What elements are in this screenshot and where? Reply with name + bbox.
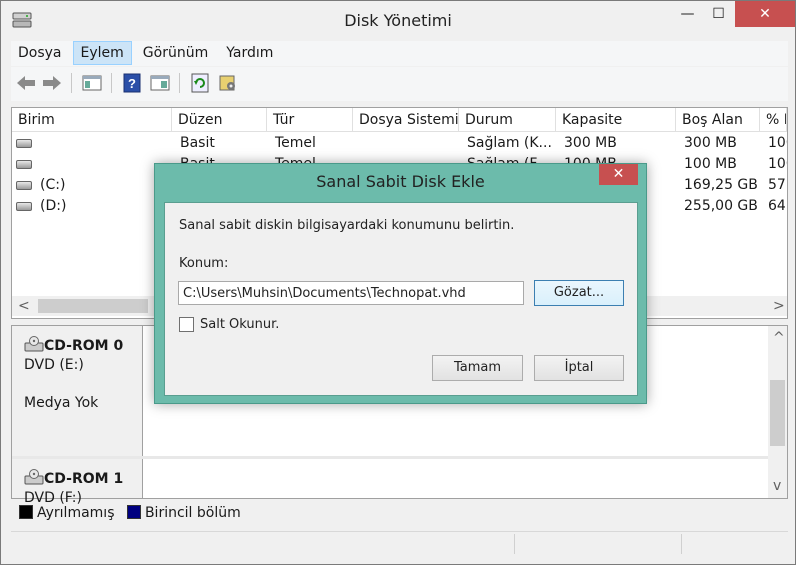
column-header-durum[interactable]: Durum — [459, 108, 556, 132]
disk-name: CD-ROM 0 — [44, 338, 124, 354]
location-label: Konum: — [179, 256, 229, 271]
cell-yuzde-bos: 100 — [768, 156, 787, 172]
volume-list-header: Birim Düzen Tür Dosya Sistemi Durum Kapa… — [12, 108, 787, 132]
cell-bos-alan: 255,00 GB — [684, 198, 758, 214]
disk-name: CD-ROM 1 — [44, 471, 124, 487]
column-header-birim[interactable]: Birim — [12, 108, 172, 132]
cdrom-icon — [24, 469, 44, 485]
scroll-up-icon[interactable]: ^ — [773, 328, 785, 348]
back-arrow-icon[interactable] — [15, 73, 37, 93]
scroll-right-icon[interactable]: > — [773, 296, 785, 316]
legend: Ayrılmamış Birincil bölüm — [11, 502, 788, 524]
cell-yuzde-bos: 100 — [768, 135, 787, 151]
drive-icon — [16, 181, 32, 190]
table-row[interactable]: Basit Temel Sağlam (K... 300 MB 300 MB 1… — [12, 133, 787, 154]
status-bar — [11, 531, 788, 555]
disk-type: DVD (E:) — [24, 357, 84, 373]
scroll-down-icon[interactable]: v — [773, 476, 781, 496]
scroll-left-icon[interactable]: < — [18, 296, 30, 316]
cell-durum: Sağlam (K... — [467, 135, 552, 151]
vertical-scrollbar[interactable]: ^ v — [768, 326, 787, 498]
browse-button[interactable]: Gözat... — [534, 280, 624, 306]
cdrom-icon — [24, 336, 44, 352]
column-header-duzen[interactable]: Düzen — [172, 108, 267, 132]
minimize-button[interactable]: — — [673, 1, 702, 27]
cell-kapasite: 300 MB — [564, 135, 617, 151]
disk-label-cdrom0[interactable]: CD-ROM 0 DVD (E:) Medya Yok — [12, 326, 143, 456]
readonly-label: Salt Okunur. — [200, 317, 280, 332]
legend-label-unallocated: Ayrılmamış — [37, 505, 115, 521]
cell-bos-alan: 300 MB — [684, 135, 737, 151]
ok-button[interactable]: Tamam — [432, 355, 523, 381]
cell-yuzde-bos: 57 % — [768, 177, 787, 193]
cell-dosya-sistemi — [355, 133, 459, 154]
title-bar: Disk Yönetimi — ☐ ✕ — [1, 1, 795, 39]
readonly-checkbox[interactable] — [179, 317, 194, 332]
column-header-dosya-sistemi[interactable]: Dosya Sistemi — [353, 108, 459, 132]
toolbar: ? — [11, 67, 788, 101]
dialog-instruction: Sanal sabit diskin bilgisayardaki konumu… — [179, 218, 515, 233]
column-header-tur[interactable]: Tür — [267, 108, 353, 132]
help-icon[interactable]: ? — [121, 73, 143, 93]
close-button[interactable]: ✕ — [735, 1, 795, 27]
settings-icon[interactable] — [217, 73, 239, 93]
maximize-button[interactable]: ☐ — [704, 1, 733, 27]
legend-swatch-primary — [126, 505, 141, 519]
column-header-yuzde-bos[interactable]: % Boş — [760, 108, 787, 132]
dialog-close-button[interactable]: ✕ — [599, 164, 638, 185]
console-tree-icon[interactable] — [81, 73, 103, 93]
forward-arrow-icon[interactable] — [41, 73, 63, 93]
cell-bos-alan: 169,25 GB — [684, 177, 758, 193]
cell-birim: (C:) — [40, 177, 66, 193]
menu-gorunum[interactable]: Görünüm — [136, 41, 215, 65]
cell-birim — [30, 133, 172, 154]
dialog-title: Sanal Sabit Disk Ekle — [316, 172, 485, 191]
properties-icon[interactable] — [149, 73, 171, 93]
menu-dosya[interactable]: Dosya — [11, 41, 69, 65]
menu-bar: Dosya Eylem Görünüm Yardım — [11, 41, 788, 66]
cell-birim: (D:) — [40, 198, 67, 214]
cancel-button[interactable]: İptal — [534, 355, 624, 381]
scrollbar-thumb[interactable] — [770, 380, 785, 446]
cell-duzen: Basit — [180, 135, 215, 151]
column-header-bos-alan[interactable]: Boş Alan — [676, 108, 760, 132]
menu-eylem[interactable]: Eylem — [72, 41, 132, 65]
menu-yardim[interactable]: Yardım — [219, 41, 280, 65]
cell-tur: Temel — [275, 135, 316, 151]
cell-bos-alan: 100 MB — [684, 156, 737, 172]
add-vhd-dialog: Sanal Sabit Disk Ekle ✕ Sanal sabit disk… — [154, 163, 647, 404]
disk-media-status: Medya Yok — [24, 395, 99, 411]
svg-text:?: ? — [128, 76, 136, 91]
drive-icon — [16, 202, 32, 211]
cell-birim — [30, 154, 172, 175]
scrollbar-thumb[interactable] — [38, 299, 148, 313]
refresh-icon[interactable] — [189, 73, 211, 93]
disk-label-cdrom1[interactable]: CD-ROM 1 DVD (F:) — [12, 459, 143, 506]
location-input[interactable] — [178, 281, 524, 305]
legend-swatch-unallocated — [19, 505, 33, 519]
column-header-kapasite[interactable]: Kapasite — [556, 108, 676, 132]
cell-yuzde-bos: 64 % — [768, 198, 787, 214]
legend-label-primary: Birincil bölüm — [144, 505, 241, 521]
dialog-body: Sanal sabit diskin bilgisayardaki konumu… — [164, 202, 638, 396]
